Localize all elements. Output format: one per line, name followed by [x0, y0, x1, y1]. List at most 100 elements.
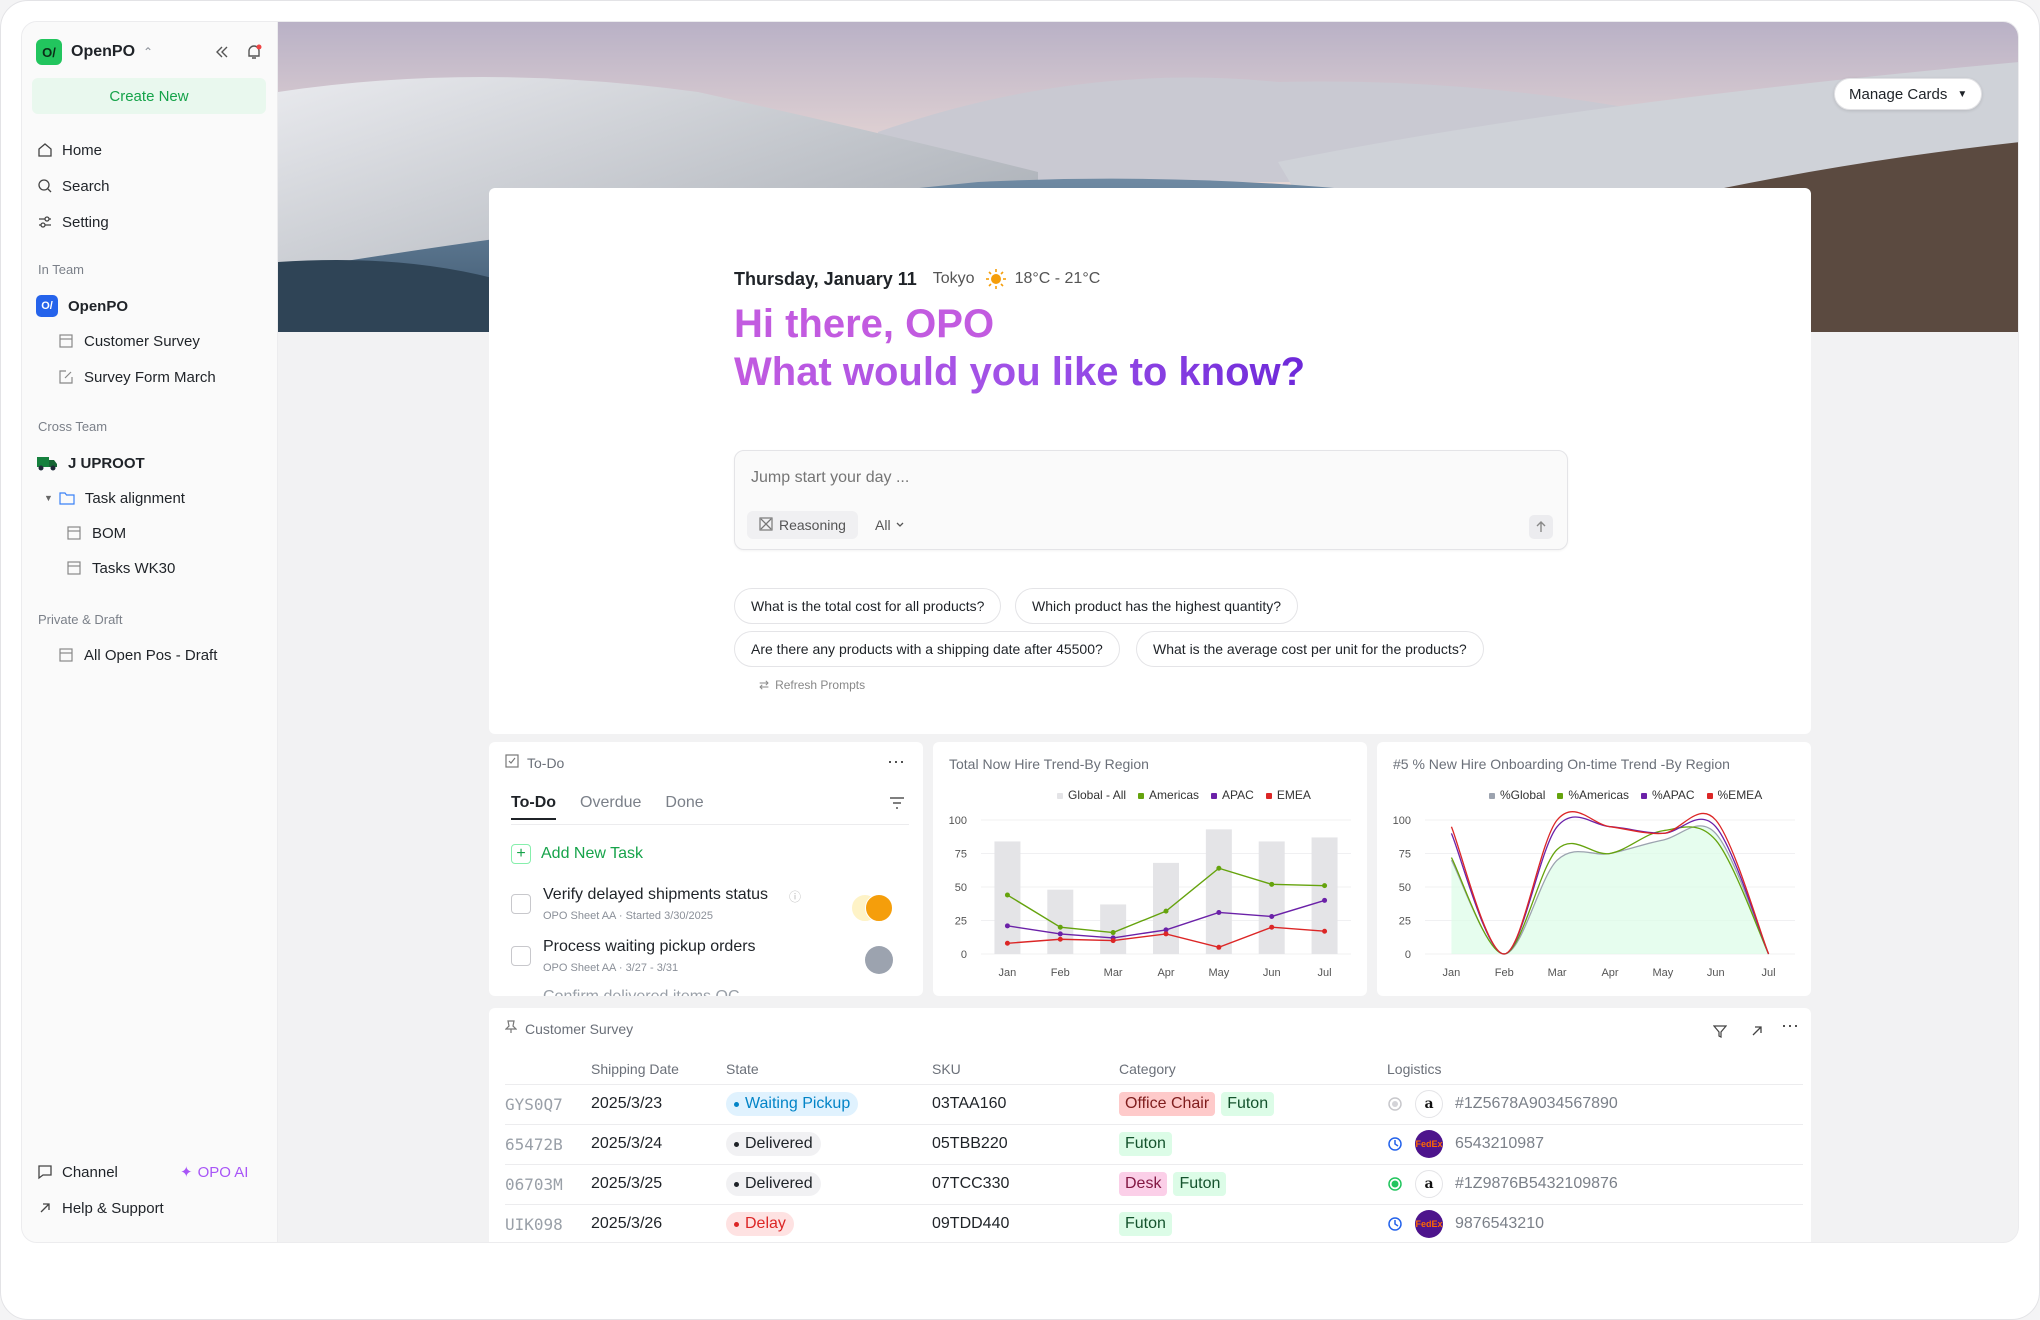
logistics-cell[interactable]: FedEx 9876543210	[1387, 1204, 1803, 1242]
workspace-switcher[interactable]: O/ OpenPO ⌃	[36, 36, 266, 68]
nav-help-support[interactable]: Help & Support	[36, 1194, 164, 1222]
survey-title: Customer Survey	[504, 1020, 633, 1037]
truck-icon	[37, 457, 57, 471]
send-button[interactable]	[1529, 515, 1553, 539]
nav-setting[interactable]: Setting	[36, 208, 109, 236]
column-header[interactable]: State	[726, 1054, 932, 1085]
row-id: UIK098	[505, 1204, 591, 1242]
nav-channel[interactable]: Channel	[36, 1158, 118, 1186]
folder-task-alignment[interactable]: ▼ Task alignment	[44, 484, 185, 512]
table-row[interactable]: 65472B 2025/3/24 Delivered 05TBB220 Futon Fed…	[505, 1124, 1803, 1165]
state-cell[interactable]: Delivered	[726, 1124, 932, 1165]
prompt-chip[interactable]: What is the average cost per unit for th…	[1136, 631, 1484, 667]
y-tick-label: 75	[955, 849, 967, 861]
column-header[interactable]: Shipping Date	[591, 1054, 726, 1085]
status-label: Delay	[745, 1215, 786, 1232]
opo-ai-button[interactable]: ✦ OPO AI	[180, 1158, 248, 1186]
ask-box: Reasoning All	[734, 450, 1568, 550]
prompt-chip[interactable]: Are there any products with a shipping d…	[734, 631, 1120, 667]
prompt-chip[interactable]: Which product has the highest quantity?	[1015, 588, 1299, 624]
task-checkbox[interactable]	[511, 946, 531, 966]
bar	[1311, 837, 1338, 954]
collapse-sidebar-icon[interactable]	[210, 40, 234, 64]
sidebar-item-survey-form-march[interactable]: Survey Form March	[58, 363, 216, 391]
logistics-cell[interactable]: a #1Z9876B5432109876	[1387, 1164, 1803, 1205]
reasoning-icon	[759, 516, 773, 534]
chat-bubble-icon	[36, 1163, 54, 1181]
shipping-date-cell[interactable]: 2025/3/23	[591, 1084, 726, 1125]
tab-todo[interactable]: To-Do	[511, 794, 557, 820]
avatar	[865, 894, 893, 922]
tab-overdue[interactable]: Overdue	[580, 794, 641, 820]
section-private-draft: Private & Draft	[38, 612, 123, 627]
bar	[1153, 862, 1179, 954]
x-tick-label: Apr	[1601, 967, 1618, 979]
column-header[interactable]: Logistics	[1387, 1054, 1803, 1085]
shipping-date-cell[interactable]: 2025/3/25	[591, 1164, 726, 1205]
scope-select[interactable]: All	[867, 511, 913, 539]
team-j-uproot[interactable]: J UPROOT	[36, 449, 145, 477]
state-cell[interactable]: Waiting Pickup	[726, 1084, 932, 1125]
filter-lines-icon[interactable]	[889, 796, 905, 815]
column-header[interactable]: Category	[1119, 1054, 1387, 1085]
sidebar-item-customer-survey[interactable]: Customer Survey	[58, 327, 200, 355]
logistics-cell[interactable]: FedEx 6543210987	[1387, 1124, 1803, 1165]
reasoning-toggle[interactable]: Reasoning	[747, 511, 858, 539]
sidebar-item-tasks-wk30[interactable]: Tasks WK30	[66, 554, 175, 582]
pin-icon	[504, 1020, 518, 1037]
sku-cell[interactable]: 05TBB220	[932, 1124, 1119, 1165]
sku-cell[interactable]: 09TDD440	[932, 1204, 1119, 1242]
sidebar-item-bom[interactable]: BOM	[66, 519, 126, 547]
category-cell[interactable]: Futon	[1119, 1204, 1387, 1242]
refresh-prompts-button[interactable]: ⇄ Refresh Prompts	[759, 678, 865, 692]
table-row[interactable]: 06703M 2025/3/25 Delivered 07TCC330 Desk Futo…	[505, 1164, 1803, 1205]
add-new-task-button[interactable]: + Add New Task	[511, 844, 643, 864]
tracking-number: 6543210987	[1455, 1135, 1544, 1152]
task-title[interactable]: Process waiting pickup orders	[543, 938, 756, 956]
data-point	[1004, 940, 1010, 946]
sku-cell[interactable]: 03TAA160	[932, 1084, 1119, 1125]
more-options-icon[interactable]: ⋯	[887, 752, 905, 773]
sidebar-item-all-open-pos-draft[interactable]: All Open Pos - Draft	[58, 641, 217, 669]
category-cell[interactable]: Office Chair Futon	[1119, 1084, 1387, 1125]
category-cell[interactable]: Futon	[1119, 1124, 1387, 1165]
task-checkbox[interactable]	[511, 894, 531, 914]
more-options-icon[interactable]: ⋯	[1781, 1016, 1799, 1037]
team-openpo[interactable]: O/ OpenPO	[36, 292, 128, 320]
logistics-cell[interactable]: a #1Z5678A9034567890	[1387, 1084, 1803, 1125]
tab-done[interactable]: Done	[665, 794, 703, 820]
shipment-status-icon	[1388, 1097, 1402, 1111]
state-cell[interactable]: Delivered	[726, 1164, 932, 1205]
category-cell[interactable]: Desk Futon	[1119, 1164, 1387, 1205]
prompt-chip[interactable]: What is the total cost for all products?	[734, 588, 1002, 624]
task-title[interactable]: Confirm delivered items QC	[543, 988, 740, 996]
y-tick-label: 100	[1393, 815, 1411, 827]
data-point	[1269, 881, 1275, 887]
info-icon[interactable]: ⓘ	[789, 888, 801, 905]
shipping-date-cell[interactable]: 2025/3/24	[591, 1124, 726, 1165]
ask-input[interactable]	[751, 469, 1451, 487]
state-cell[interactable]: Delay	[726, 1204, 932, 1242]
app-window: O/ OpenPO ⌃ Create New Home Search Setti…	[21, 21, 2019, 1243]
bell-icon[interactable]	[242, 40, 266, 64]
filter-icon[interactable]	[1712, 1024, 1728, 1043]
table-row[interactable]: UIK098 2025/3/26 Delay 09TDD440 Futon FedEx 98…	[505, 1204, 1803, 1242]
sku-cell[interactable]: 07TCC330	[932, 1164, 1119, 1205]
table-row[interactable]: GYS0Q7 2025/3/23 Waiting Pickup 03TAA160 Off…	[505, 1084, 1803, 1125]
table-icon	[58, 333, 74, 349]
nav-search[interactable]: Search	[36, 172, 110, 200]
task-sheet: OPO Sheet AA	[543, 962, 616, 974]
expand-icon[interactable]	[1751, 1024, 1763, 1042]
column-header[interactable]: SKU	[932, 1054, 1119, 1085]
task-meta: OPO Sheet AA · 3/27 - 3/31	[543, 962, 679, 974]
status-badge: Delay	[726, 1212, 794, 1236]
status-badge: Delivered	[726, 1132, 821, 1156]
todo-title-label: To-Do	[527, 754, 565, 771]
nav-home[interactable]: Home	[36, 136, 102, 164]
task-title[interactable]: Verify delayed shipments status	[543, 886, 768, 904]
manage-cards-button[interactable]: Manage Cards ▼	[1834, 78, 1983, 110]
create-new-button[interactable]: Create New	[32, 78, 266, 114]
nav-setting-label: Setting	[62, 213, 109, 231]
status-label: Delivered	[745, 1175, 813, 1192]
shipping-date-cell[interactable]: 2025/3/26	[591, 1204, 726, 1242]
